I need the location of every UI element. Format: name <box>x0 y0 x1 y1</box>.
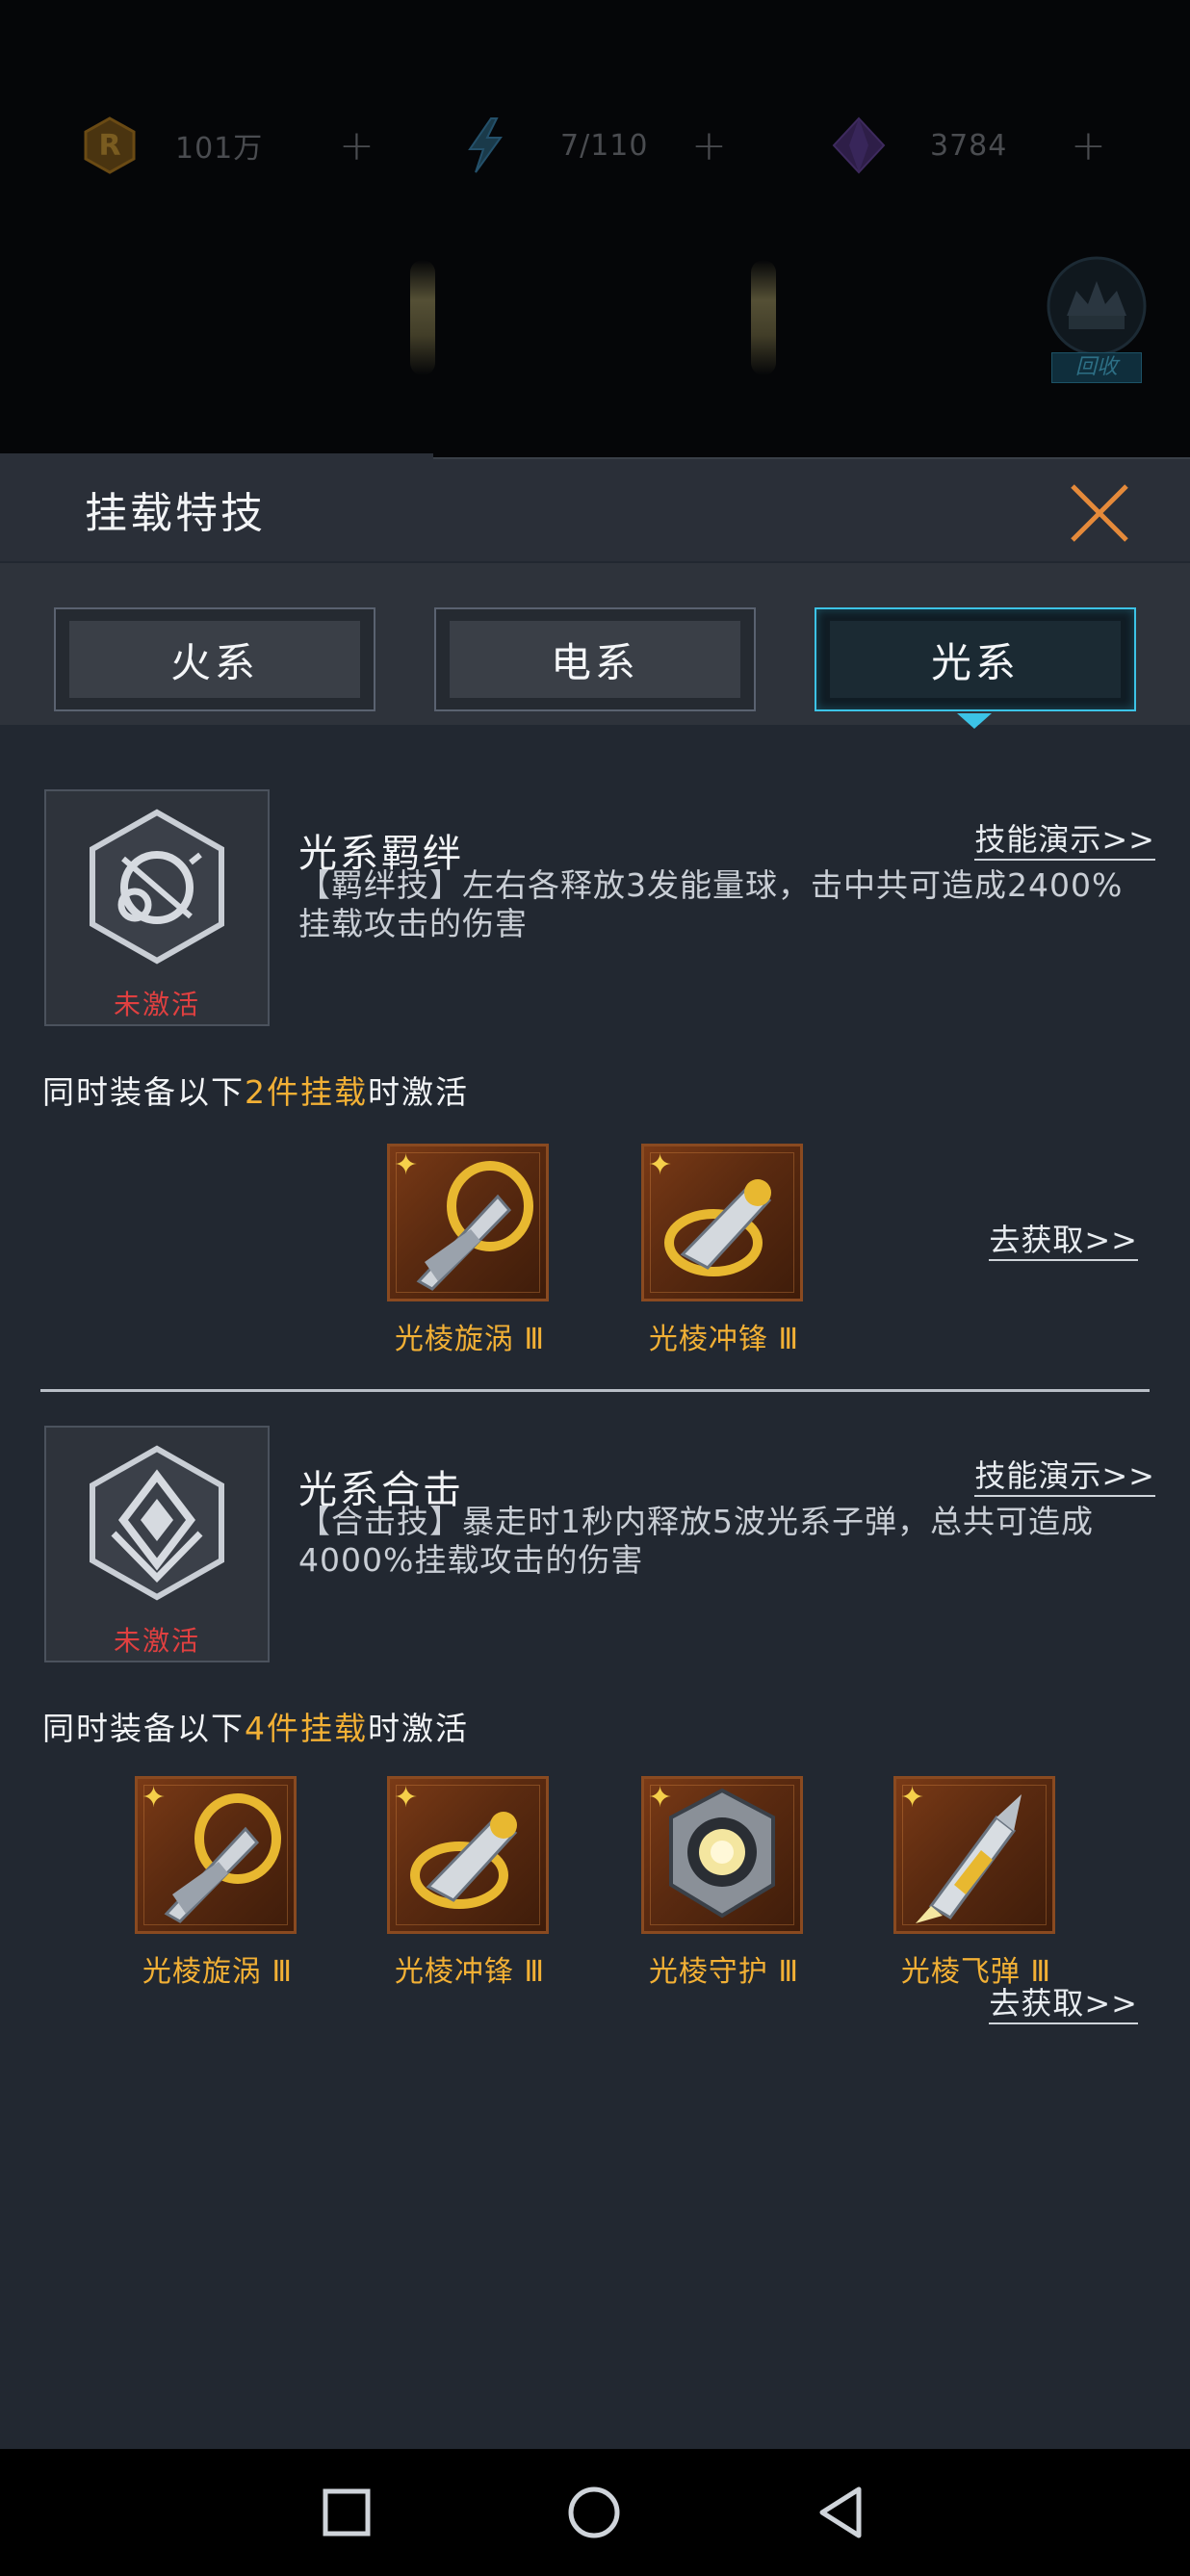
lamp-left <box>410 260 435 375</box>
close-icon <box>1071 484 1128 542</box>
square-nav-icon <box>323 2488 371 2537</box>
gems-add-button[interactable]: + <box>1071 121 1106 170</box>
recent-apps-button[interactable] <box>318 2484 375 2541</box>
gems-value: 3784 <box>930 128 1008 163</box>
active-tab-pointer <box>957 713 992 729</box>
coin-icon: R <box>81 116 139 174</box>
tab-light[interactable]: 光系 <box>815 607 1136 711</box>
mount-item[interactable]: ✦ 光棱飞弹 Ⅲ <box>893 1776 1057 1990</box>
get-items-link[interactable]: 去获取>> <box>989 1221 1138 1261</box>
req-count: 2件挂载 <box>245 1073 368 1111</box>
light-bond-icon <box>90 809 224 965</box>
skill-description: 【合击技】暴走时1秒内释放5波光系子弹，总共可造成4000%挂载攻击的伤害 <box>298 1503 1094 1579</box>
skill-icon-box: 未激活 <box>44 789 270 1026</box>
guard-mount-icon: ✦ <box>641 1776 803 1934</box>
req-suffix: 时激活 <box>368 1073 469 1111</box>
lamp-right <box>751 260 776 375</box>
energy-resource: 7/110 + <box>456 108 727 183</box>
light-combo-icon <box>90 1445 224 1601</box>
vortex-mount-icon: ✦ <box>387 1144 549 1301</box>
energy-value: 7/110 <box>560 128 649 163</box>
item-name: 光棱守护 Ⅲ <box>648 1955 800 1989</box>
missile-mount-icon: ✦ <box>893 1776 1055 1934</box>
item-name: 光棱冲锋 Ⅲ <box>648 1323 800 1356</box>
inactive-status: 未激活 <box>113 989 200 1020</box>
inactive-status: 未激活 <box>113 1625 200 1657</box>
get-items-link[interactable]: 去获取>> <box>989 1984 1138 2024</box>
panel-header: 挂载特技 <box>0 453 1190 561</box>
mount-item[interactable]: ✦ 光棱旋涡 Ⅲ <box>387 1144 551 1357</box>
recycle-button[interactable]: 回收 <box>1038 252 1155 383</box>
activation-requirement: 同时装备以下4件挂载时激活 <box>42 1703 469 1749</box>
energy-add-button[interactable]: + <box>691 121 727 170</box>
home-button[interactable] <box>565 2484 623 2541</box>
vortex-mount-icon: ✦ <box>135 1776 297 1934</box>
activation-requirement: 同时装备以下2件挂载时激活 <box>42 1067 469 1113</box>
tab-fire[interactable]: 火系 <box>54 607 375 711</box>
skill-icon-box: 未激活 <box>44 1426 270 1662</box>
tab-light-label: 光系 <box>930 638 1020 686</box>
back-button[interactable] <box>813 2484 870 2541</box>
req-prefix: 同时装备以下 <box>42 1073 245 1111</box>
back-nav-icon <box>819 2486 862 2538</box>
req-count: 4件挂载 <box>245 1710 368 1747</box>
coins-resource: R 101万 + <box>81 108 375 183</box>
charge-mount-icon: ✦ <box>387 1776 549 1934</box>
item-name: 光棱旋涡 Ⅲ <box>394 1323 546 1356</box>
skill-demo-link[interactable]: 技能演示>> <box>974 1456 1155 1497</box>
item-name: 光棱旋涡 Ⅲ <box>142 1955 294 1989</box>
lightning-icon <box>456 116 514 174</box>
skill-description: 【羁绊技】左右各释放3发能量球，击中共可造成2400%挂载攻击的伤害 <box>298 866 1124 942</box>
tab-electric[interactable]: 电系 <box>434 607 756 711</box>
gems-resource: 3784 + <box>830 108 1106 183</box>
mount-item[interactable]: ✦ 光棱守护 Ⅲ <box>641 1776 805 1990</box>
tab-electric-label: 电系 <box>550 638 639 686</box>
element-tabs: 火系 电系 光系 <box>0 563 1190 729</box>
svg-text:R: R <box>98 129 120 163</box>
skill-demo-link[interactable]: 技能演示>> <box>974 820 1155 861</box>
gem-icon <box>830 116 888 174</box>
skill-section-combo: 未激活 光系合击 技能演示>> 【合击技】暴走时1秒内释放5波光系子弹，总共可造… <box>0 1426 1190 2024</box>
req-suffix: 时激活 <box>368 1710 469 1747</box>
mount-item[interactable]: ✦ 光棱冲锋 Ⅲ <box>641 1144 805 1357</box>
skill-section-bond: 未激活 光系羁绊 技能演示>> 【羁绊技】左右各释放3发能量球，击中共可造成24… <box>0 789 1190 1356</box>
req-prefix: 同时装备以下 <box>42 1710 245 1747</box>
panel-title: 挂载特技 <box>85 489 266 538</box>
system-nav-bar <box>0 2449 1190 2576</box>
mount-skills-panel: 挂载特技 火系 电系 光系 未激活 光系羁绊 技能演示>> 【羁绊技】左右各释放… <box>0 453 1190 2449</box>
mount-item[interactable]: ✦ 光棱冲锋 Ⅲ <box>387 1776 551 1990</box>
coins-add-button[interactable]: + <box>339 121 375 170</box>
mount-item[interactable]: ✦ 光棱旋涡 Ⅲ <box>135 1776 298 1990</box>
tab-fire-label: 火系 <box>169 638 259 686</box>
recycle-label: 回收 <box>1051 352 1142 383</box>
top-hud: R 101万 + 7/110 + 3784 + 回收 <box>0 0 1190 457</box>
section-divider <box>40 1389 1150 1392</box>
coins-value: 101万 <box>175 132 264 166</box>
item-name: 光棱冲锋 Ⅲ <box>394 1955 546 1989</box>
circle-nav-icon <box>568 2486 620 2538</box>
recycle-icon <box>1047 256 1147 356</box>
charge-mount-icon: ✦ <box>641 1144 803 1301</box>
close-button[interactable] <box>1067 480 1132 546</box>
